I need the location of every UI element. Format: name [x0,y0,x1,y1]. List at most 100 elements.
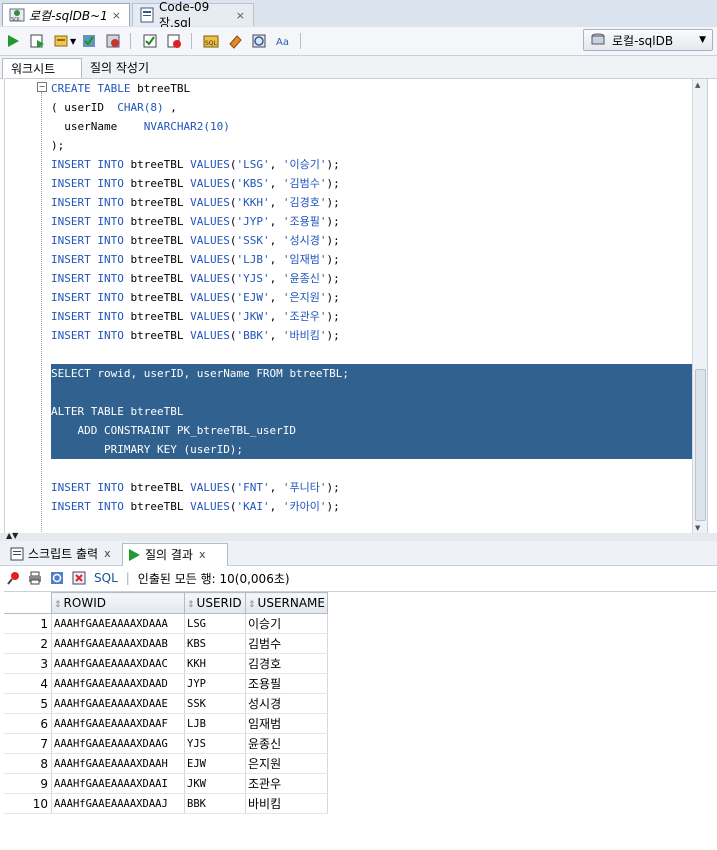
code-line[interactable]: ( userID CHAR(8) , [51,98,693,117]
cell-userid[interactable]: LJB [184,713,246,734]
tab-worksheet[interactable]: 워크시트 [2,58,82,79]
code-line[interactable]: INSERT INTO btreeTBL VALUES('KKH', '김경호'… [51,193,693,212]
table-row[interactable]: 10 AAAHfGAAEAAAAXDAAJ BBK 바비킴 [4,793,328,814]
table-row[interactable]: 7 AAAHfGAAEAAAAXDAAG YJS 윤종신 [4,733,328,754]
code-line[interactable]: userName NVARCHAR2(10) [51,117,693,136]
close-icon[interactable]: x [199,544,206,566]
close-icon[interactable]: × [236,9,245,22]
sql-tuning-button[interactable]: SQL [200,30,222,52]
row-number[interactable]: 6 [4,713,52,734]
refresh-button[interactable] [48,569,66,587]
cell-rowid[interactable]: AAAHfGAAEAAAAXDAAB [51,633,185,654]
cell-userid[interactable]: KBS [184,633,246,654]
row-number[interactable]: 2 [4,633,52,654]
close-icon[interactable]: x [104,543,111,565]
run-script-button[interactable] [26,30,48,52]
cell-rowid[interactable]: AAAHfGAAEAAAAXDAAG [51,733,185,754]
cell-username[interactable]: 바비킴 [245,793,328,814]
column-header-username[interactable]: ⇕ USERNAME [245,592,328,614]
pin-button[interactable] [4,569,22,587]
history-button[interactable] [248,30,270,52]
code-line[interactable]: INSERT INTO btreeTBL VALUES('EJW', '은지원'… [51,288,693,307]
tab-sql-worksheet[interactable]: SQL 로컬-sqlDB~1 × [2,3,130,26]
cell-userid[interactable]: JYP [184,673,246,694]
code-line[interactable]: INSERT INTO btreeTBL VALUES('KBS', '김범수'… [51,174,693,193]
cell-username[interactable]: 윤종신 [245,733,328,754]
fold-icon[interactable]: − [37,82,47,92]
cell-userid[interactable]: JKW [184,773,246,794]
code-line[interactable]: INSERT INTO btreeTBL VALUES('LSG', '이승기'… [51,155,693,174]
row-number[interactable]: 8 [4,753,52,774]
code-area[interactable]: CREATE TABLE btreeTBL( userID CHAR(8) , … [51,79,693,516]
scroll-up-icon[interactable]: ▲ [695,81,700,89]
row-number[interactable]: 1 [4,613,52,634]
row-number[interactable]: 10 [4,793,52,814]
code-line[interactable]: INSERT INTO btreeTBL VALUES('JYP', '조용필'… [51,212,693,231]
cell-userid[interactable]: KKH [184,653,246,674]
table-row[interactable]: 6 AAAHfGAAEAAAAXDAAF LJB 임재범 [4,713,328,734]
table-row[interactable]: 2 AAAHfGAAEAAAAXDAAB KBS 김범수 [4,633,328,654]
cell-rowid[interactable]: AAAHfGAAEAAAAXDAAF [51,713,185,734]
code-line[interactable]: ); [51,136,693,155]
column-header-userid[interactable]: ⇕ USERID [184,592,246,614]
cell-username[interactable]: 김경호 [245,653,328,674]
clear-button[interactable] [163,30,185,52]
cell-userid[interactable]: BBK [184,793,246,814]
tab-script-output[interactable]: 스크립트 출력 x [6,543,126,565]
cell-username[interactable]: 이승기 [245,613,328,634]
code-line[interactable]: INSERT INTO btreeTBL VALUES('JKW', '조관우'… [51,307,693,326]
code-line[interactable]: ALTER TABLE btreeTBL [51,402,693,421]
code-line[interactable]: INSERT INTO btreeTBL VALUES('BBK', '바비킴'… [51,326,693,345]
cell-rowid[interactable]: AAAHfGAAEAAAAXDAAJ [51,793,185,814]
row-number[interactable]: 5 [4,693,52,714]
cancel-button[interactable] [70,569,88,587]
column-header-rowid[interactable]: ⇕ ROWID [51,592,185,614]
cell-rowid[interactable]: AAAHfGAAEAAAAXDAAA [51,613,185,634]
tab-code-file[interactable]: Code-09장.sql × [132,0,254,30]
table-row[interactable]: 5 AAAHfGAAEAAAAXDAAE SSK 성시경 [4,693,328,714]
eraser-button[interactable] [224,30,246,52]
cell-username[interactable]: 조용필 [245,673,328,694]
table-row[interactable]: 4 AAAHfGAAEAAAAXDAAD JYP 조용필 [4,673,328,694]
tab-query-builder[interactable]: 질의 작성기 [82,58,157,78]
sql-link[interactable]: SQL [94,571,118,585]
run-statement-button[interactable] [2,30,24,52]
cell-username[interactable]: 조관우 [245,773,328,794]
table-row[interactable]: 3 AAAHfGAAEAAAAXDAAC KKH 김경호 [4,653,328,674]
format-button[interactable]: Aa [272,30,294,52]
rollback-button[interactable] [102,30,124,52]
explain-plan-button[interactable] [139,30,161,52]
splitter-arrows-icon[interactable]: ▲▼ [6,531,18,540]
row-number[interactable]: 3 [4,653,52,674]
cell-username[interactable]: 임재범 [245,713,328,734]
cell-userid[interactable]: EJW [184,753,246,774]
table-row[interactable]: 9 AAAHfGAAEAAAAXDAAI JKW 조관우 [4,773,328,794]
row-number[interactable]: 4 [4,673,52,694]
print-button[interactable] [26,569,44,587]
commit-button[interactable] [78,30,100,52]
row-number[interactable]: 7 [4,733,52,754]
cell-rowid[interactable]: AAAHfGAAEAAAAXDAAE [51,693,185,714]
cell-rowid[interactable]: AAAHfGAAEAAAAXDAAD [51,673,185,694]
autotrace-button[interactable] [50,30,72,52]
pane-splitter[interactable]: ▲▼ [0,531,717,541]
editor-vertical-scrollbar[interactable]: ▲ ▼ [692,79,707,534]
connection-selector[interactable]: 로컬-sqlDB ▼ [583,29,713,51]
cell-userid[interactable]: LSG [184,613,246,634]
table-row[interactable]: 1 AAAHfGAAEAAAAXDAAA LSG 이승기 [4,613,328,634]
code-line[interactable] [51,459,693,478]
code-line[interactable]: CREATE TABLE btreeTBL [51,79,693,98]
row-number[interactable]: 9 [4,773,52,794]
code-line[interactable]: INSERT INTO btreeTBL VALUES('FNT', '푸니타'… [51,478,693,497]
code-line[interactable]: SELECT rowid, userID, userName FROM btre… [51,364,693,383]
table-row[interactable]: 8 AAAHfGAAEAAAAXDAAH EJW 은지원 [4,753,328,774]
cell-username[interactable]: 은지원 [245,753,328,774]
cell-userid[interactable]: YJS [184,733,246,754]
code-line[interactable] [51,345,693,364]
results-grid[interactable]: ⇕ ROWID ⇕ USERID ⇕ USERNAME 1 AAAHfGAAEAAAAX… [4,591,716,850]
cell-rowid[interactable]: AAAHfGAAEAAAAXDAAH [51,753,185,774]
scroll-down-icon[interactable]: ▼ [695,524,700,532]
cell-username[interactable]: 성시경 [245,693,328,714]
sql-editor[interactable]: − CREATE TABLE btreeTBL( userID CHAR(8) … [4,78,708,535]
code-line[interactable]: INSERT INTO btreeTBL VALUES('KAI', '카아이'… [51,497,693,516]
